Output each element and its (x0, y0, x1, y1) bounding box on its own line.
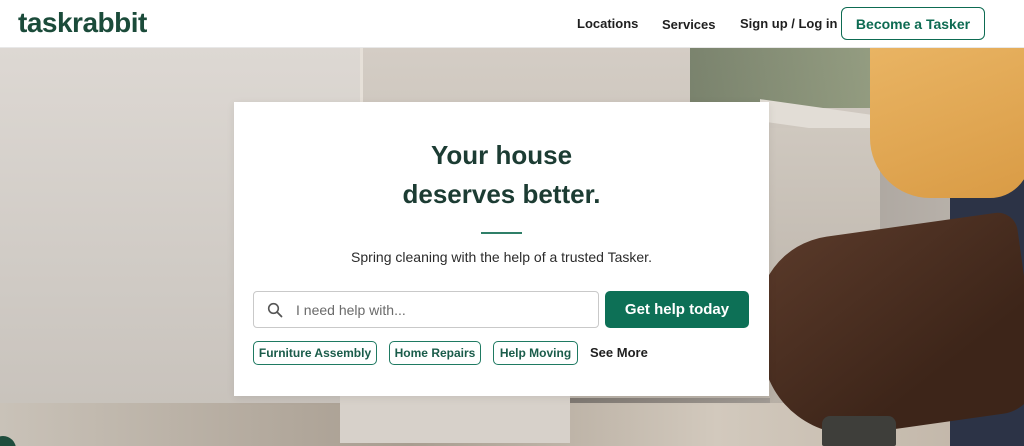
chip-home-repairs[interactable]: Home Repairs (389, 341, 481, 365)
task-search-box[interactable] (253, 291, 599, 328)
get-help-today-button[interactable]: Get help today (605, 291, 749, 328)
hero-power-tool (822, 416, 896, 446)
chip-help-moving[interactable]: Help Moving (493, 341, 578, 365)
nav-signup-login-link[interactable]: Sign up / Log in (740, 16, 837, 31)
task-search-input[interactable] (296, 301, 586, 318)
chip-furniture-assembly[interactable]: Furniture Assembly (253, 341, 377, 365)
hero-drawer (340, 393, 570, 443)
hero-headline-line1: Your house (430, 140, 573, 170)
see-more-link[interactable]: See More (590, 345, 648, 360)
top-navigation-bar: taskrabbit Locations Services Sign up / … (0, 0, 1024, 48)
nav-locations-link[interactable]: Locations (577, 16, 638, 31)
nav-services-link[interactable]: Services (662, 17, 716, 32)
headline-divider (481, 232, 522, 234)
become-a-tasker-button[interactable]: Become a Tasker (841, 7, 985, 40)
hero-search-card: Your house deserves better. Spring clean… (234, 102, 769, 396)
hero-person-shirt (870, 48, 1024, 198)
taskrabbit-logo[interactable]: taskrabbit (18, 7, 147, 39)
search-icon (266, 301, 284, 319)
hero-headline-line2: deserves better. (402, 179, 601, 209)
hero-window (690, 48, 870, 108)
hero-subtitle: Spring cleaning with the help of a trust… (351, 249, 652, 265)
